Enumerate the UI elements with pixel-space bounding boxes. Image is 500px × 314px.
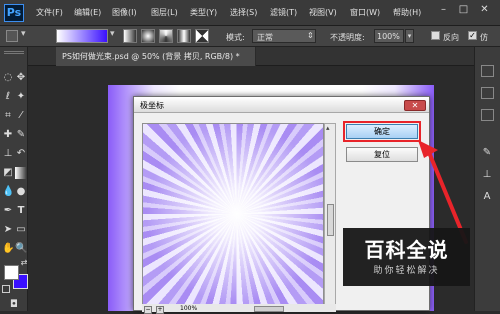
menu-edit[interactable]: 编辑(E)	[74, 7, 101, 18]
zoom-tool-icon[interactable]: 🔍	[15, 243, 27, 255]
menu-select[interactable]: 选择(S)	[230, 7, 257, 18]
character-panel-icon[interactable]: A	[481, 191, 493, 203]
preview-h-scroll[interactable]	[254, 306, 284, 312]
eyedropper-tool-icon[interactable]: ⁄	[15, 110, 27, 122]
opacity-dropdown-icon[interactable]: ▾	[405, 29, 414, 43]
menu-file[interactable]: 文件(F)	[36, 7, 63, 18]
zoom-in-button[interactable]: +	[156, 306, 164, 314]
select-arrow-icon: ⇕	[307, 31, 314, 40]
maximize-icon[interactable]: □	[456, 3, 471, 18]
swap-colors-icon[interactable]: ⇄	[18, 257, 30, 269]
rectangle-tool-icon[interactable]: ▭	[15, 224, 27, 236]
gradient-tool-icon[interactable]	[15, 167, 27, 179]
history-brush-tool-icon[interactable]: ↶	[15, 148, 27, 160]
simulate-label: 仿	[480, 33, 488, 42]
gradient-picker-chevron-icon[interactable]: ▾	[110, 29, 115, 39]
panel-grip[interactable]	[4, 51, 24, 54]
crop-tool-icon[interactable]: ⌗	[2, 110, 14, 122]
scroll-up-icon[interactable]: ▴	[326, 124, 330, 132]
gradient-tool-preset-icon[interactable]	[6, 30, 18, 42]
radial-gradient-icon[interactable]	[141, 29, 155, 43]
dodge-tool-icon[interactable]: ●	[15, 186, 27, 198]
pen-tool-icon[interactable]: ✒	[2, 205, 14, 217]
history-panel-icon[interactable]	[481, 65, 494, 77]
options-bar: ▾ ▾ 模式: 正常 ⇕ 不透明度: 100% ▾ 反向 ✓ 仿	[0, 26, 500, 47]
dialog-title-bar[interactable]: 极坐标 ✕	[134, 97, 429, 113]
zoom-out-button[interactable]: −	[144, 306, 152, 314]
brush-tool-icon[interactable]: ✎	[15, 129, 27, 141]
info-panel-icon[interactable]	[481, 109, 494, 121]
mode-select[interactable]: 正常 ⇕	[252, 29, 316, 43]
angle-gradient-icon[interactable]	[159, 29, 173, 43]
linear-gradient-icon[interactable]	[123, 29, 137, 43]
quick-mask-icon[interactable]: ◘	[8, 299, 20, 311]
type-tool-icon[interactable]: T	[15, 205, 27, 217]
opacity-input[interactable]: 100%	[374, 29, 404, 43]
brush-panel-icon[interactable]: ✎	[481, 147, 493, 159]
menu-view[interactable]: 视图(V)	[309, 7, 337, 18]
reset-button[interactable]: 复位	[346, 147, 418, 162]
panel-dock: ✎ ⊥ A	[474, 47, 500, 311]
healing-brush-tool-icon[interactable]: ✚	[2, 129, 14, 141]
clone-stamp-tool-icon[interactable]: ⊥	[2, 148, 14, 160]
lasso-tool-icon[interactable]: ℓ	[2, 91, 14, 103]
menu-layer[interactable]: 图层(L)	[151, 7, 178, 18]
opacity-label: 不透明度:	[330, 33, 365, 42]
opacity-value: 100%	[377, 32, 400, 41]
reverse-checkbox[interactable]	[431, 31, 440, 40]
chevron-down-icon[interactable]: ▾	[21, 29, 26, 39]
clone-source-panel-icon[interactable]: ⊥	[481, 169, 493, 181]
dialog-title: 极坐标	[140, 101, 164, 110]
watermark-subtitle: 助你轻松解决	[373, 266, 440, 276]
filter-preview[interactable]	[142, 123, 324, 312]
foreground-color-swatch[interactable]	[4, 265, 19, 280]
ok-button[interactable]: 确定	[346, 124, 418, 139]
photoshop-logo: Ps	[4, 4, 24, 22]
menu-window[interactable]: 窗口(W)	[350, 7, 380, 18]
diamond-gradient-icon[interactable]	[195, 29, 209, 43]
hand-tool-icon[interactable]: ✋	[2, 243, 14, 255]
eraser-tool-icon[interactable]: ◩	[2, 167, 14, 179]
magic-wand-tool-icon[interactable]: ✦	[15, 91, 27, 103]
menu-bar: Ps 文件(F) 编辑(E) 图像(I) 图层(L) 类型(Y) 选择(S) 滤…	[0, 0, 500, 26]
mode-label: 模式:	[226, 33, 245, 42]
document-tab[interactable]: PS如何做光束.psd @ 50% (背景 拷贝, RGB/8) *	[56, 47, 256, 66]
reflected-gradient-icon[interactable]	[177, 29, 191, 43]
menu-image[interactable]: 图像(I)	[112, 7, 137, 18]
watermark: 百科全说 助你轻松解决	[343, 228, 470, 286]
marquee-tool-icon[interactable]: ◌	[2, 72, 14, 84]
gradient-editor[interactable]	[56, 29, 108, 43]
close-icon[interactable]: ✕	[477, 3, 492, 18]
watermark-title: 百科全说	[364, 238, 449, 262]
menu-type[interactable]: 类型(Y)	[190, 7, 217, 18]
minimize-icon[interactable]: –	[436, 3, 451, 18]
dialog-close-button[interactable]: ✕	[404, 100, 426, 111]
menu-filter[interactable]: 滤镜(T)	[270, 7, 297, 18]
move-tool-icon[interactable]: ✥	[15, 72, 27, 84]
blur-tool-icon[interactable]: 💧	[2, 186, 14, 198]
properties-panel-icon[interactable]	[481, 87, 494, 99]
reverse-label: 反向	[443, 33, 459, 42]
simulate-checkbox[interactable]: ✓	[468, 31, 477, 40]
preview-scroll-thumb[interactable]	[327, 204, 334, 236]
tools-panel: ◌ ✥ ℓ ✦ ⌗ ⁄ ✚ ✎ ⊥ ↶ ◩ 💧 ● ✒ T ➤ ▭ ✋ 🔍 ⇄ …	[0, 47, 28, 311]
path-selection-tool-icon[interactable]: ➤	[2, 224, 14, 236]
mode-value: 正常	[257, 33, 273, 42]
preview-scrollbar[interactable]: ▴	[324, 123, 336, 312]
menu-help[interactable]: 帮助(H)	[393, 7, 421, 18]
default-colors-icon[interactable]	[2, 285, 10, 293]
